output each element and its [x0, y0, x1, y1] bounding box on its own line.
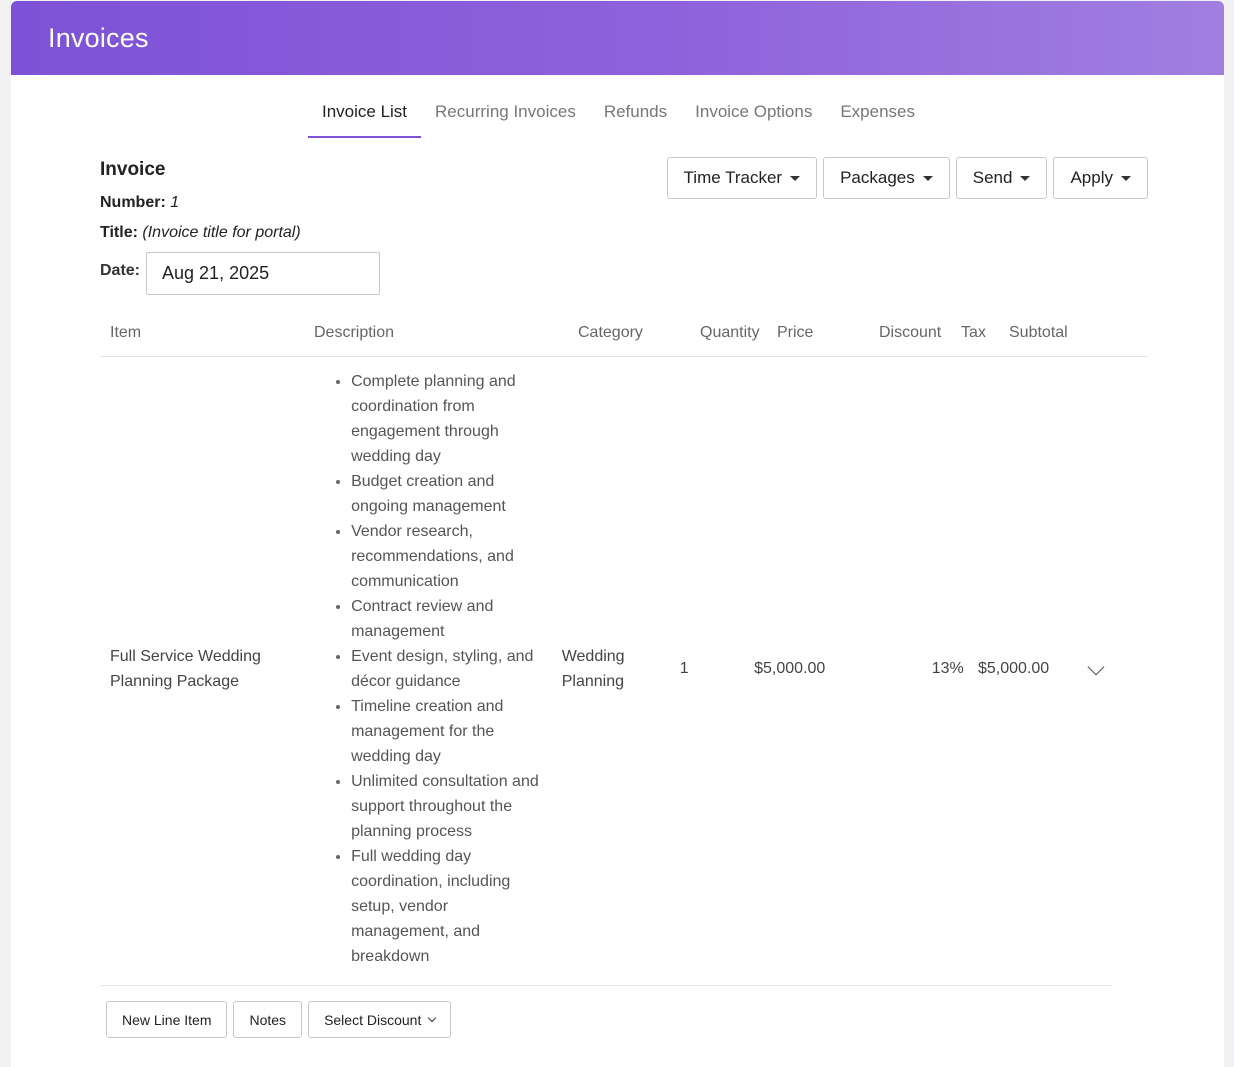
invoice-date-input[interactable]: [146, 252, 381, 295]
caret-down-icon: [790, 175, 801, 181]
invoice-number-label: Number:: [100, 194, 166, 211]
footer-buttons: New Line Item Notes Select Discount: [106, 1001, 452, 1038]
invoice-date-label: Date:: [100, 262, 141, 279]
list-item: Event design, styling, and décor guidanc…: [351, 644, 550, 694]
notes-button[interactable]: Notes: [233, 1001, 303, 1038]
invoice-title-row: Title: (Invoice title for portal): [100, 224, 380, 242]
select-discount-label: Select Discount: [324, 1011, 422, 1028]
invoice-number-value[interactable]: 1: [170, 194, 179, 211]
header-tax: Tax: [961, 323, 986, 341]
time-tracker-button[interactable]: Time Tracker: [666, 157, 818, 199]
list-item: Contract review and management: [351, 594, 550, 644]
time-tracker-label: Time Tracker: [683, 168, 783, 187]
invoice-title-label: Title:: [100, 224, 138, 241]
list-item: Unlimited consultation and support throu…: [351, 769, 550, 844]
invoice-card: Invoices Invoice List Recurring Invoices…: [11, 1, 1224, 1067]
row-item: Full Service Wedding Planning Package: [110, 648, 261, 690]
page-header: Invoices: [11, 1, 1224, 75]
list-item: Budget creation and ongoing management: [351, 469, 550, 519]
invoice-meta: Invoice Number: 1 Title: (Invoice title …: [100, 159, 381, 295]
header-item: Item: [110, 323, 142, 341]
header-category: Category: [578, 323, 643, 341]
description-list: Complete planning and coordination from …: [297, 369, 550, 969]
tab-expenses[interactable]: Expenses: [826, 96, 929, 138]
list-item: Timeline creation and management for the…: [351, 694, 550, 769]
select-discount-button[interactable]: Select Discount: [308, 1001, 452, 1038]
tab-recurring-invoices[interactable]: Recurring Invoices: [421, 96, 590, 138]
caret-down-icon: [922, 175, 933, 181]
line-items-table: Item Description Category Quantity Price…: [100, 309, 1148, 986]
action-buttons: Time Tracker Packages Send Apply: [666, 157, 1148, 199]
tab-invoice-list[interactable]: Invoice List: [307, 96, 422, 138]
row-quantity: 1: [679, 660, 689, 677]
row-category: Wedding Planning: [561, 648, 625, 690]
header-description: Description: [314, 323, 395, 341]
send-label: Send: [972, 168, 1013, 187]
page-title: Invoices: [48, 22, 149, 53]
caret-down-icon: [1121, 175, 1131, 181]
table-header: Item Description Category Quantity Price…: [100, 309, 1148, 357]
header-quantity: Quantity: [700, 323, 760, 341]
table-row[interactable]: Full Service Wedding Planning Package Co…: [100, 357, 1112, 986]
row-tax: 13%: [931, 660, 964, 677]
caret-down-icon: [1020, 175, 1031, 181]
tab-invoice-options[interactable]: Invoice Options: [681, 96, 826, 138]
send-button[interactable]: Send: [955, 157, 1048, 199]
invoice-title-value[interactable]: (Invoice title for portal): [142, 224, 300, 241]
apply-button[interactable]: Apply: [1053, 157, 1148, 199]
list-item: Vendor research, recommendations, and co…: [351, 519, 550, 594]
apply-label: Apply: [1070, 168, 1113, 187]
invoice-number-row: Number: 1: [100, 194, 380, 212]
row-subtotal: $5,000.00: [977, 660, 1050, 677]
chevron-down-icon[interactable]: [1087, 658, 1105, 676]
tab-refunds[interactable]: Refunds: [590, 96, 681, 138]
list-item: Full wedding day coordination, including…: [351, 844, 550, 969]
invoice-date-row: Date:: [100, 252, 381, 295]
row-expand[interactable]: [1074, 658, 1112, 678]
packages-label: Packages: [840, 168, 915, 187]
header-price: Price: [777, 323, 814, 341]
chevron-down-icon: [428, 1013, 437, 1023]
packages-button[interactable]: Packages: [823, 157, 950, 199]
header-subtotal: Subtotal: [1009, 323, 1068, 341]
list-item: Complete planning and coordination from …: [351, 369, 550, 469]
row-description: Complete planning and coordination from …: [297, 369, 550, 969]
new-line-item-button[interactable]: New Line Item: [106, 1001, 228, 1038]
invoice-heading: Invoice: [100, 159, 166, 180]
tab-bar: Invoice List Recurring Invoices Refunds …: [11, 96, 1224, 138]
row-price: $5,000.00: [754, 660, 826, 677]
header-discount: Discount: [879, 323, 942, 341]
